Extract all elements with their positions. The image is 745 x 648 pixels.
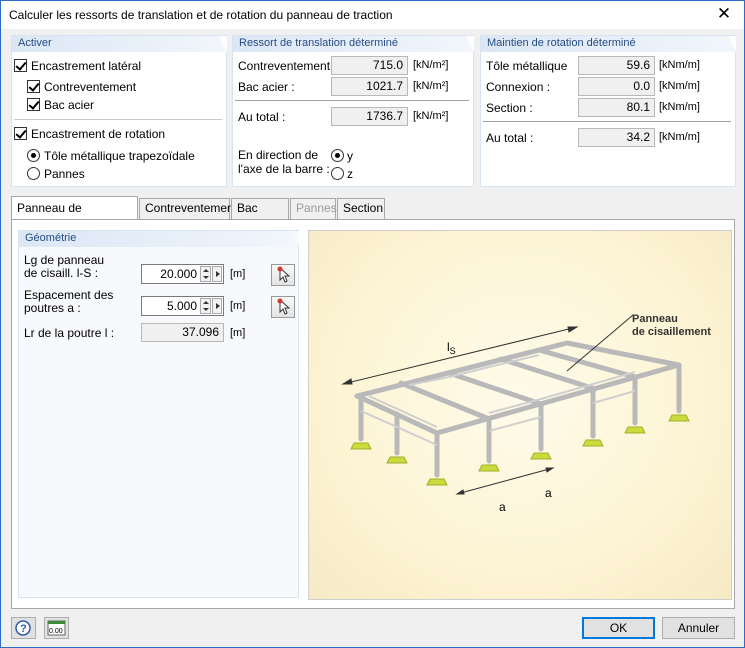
- pick-lg-button[interactable]: [271, 264, 295, 286]
- activer-group: Activer Encastrement latéral Contrevente…: [11, 35, 227, 187]
- tab-pannes: Pannes: [290, 198, 337, 219]
- rotation-unit: [kNm/m]: [659, 101, 700, 113]
- contreventement-checkbox[interactable]: [27, 80, 40, 93]
- units-button[interactable]: 0.00: [44, 617, 69, 639]
- geometrie-group: Géométrie Lg de panneau de cisaill. l-S …: [18, 230, 299, 598]
- dialog-window: Calculer les ressorts de translation et …: [0, 0, 745, 648]
- activer-header: Activer: [12, 36, 227, 52]
- shear-panel-illustration: lS Panneau de cisaillement a a: [308, 230, 732, 600]
- geometrie-header: Géométrie: [19, 231, 299, 247]
- tole-label: Tôle métallique trapezoïdale: [44, 149, 195, 163]
- rotation-divider: [483, 121, 731, 122]
- encastrement-lateral-checkbox[interactable]: [14, 59, 27, 72]
- rotation-group: Maintien de rotation déterminé Tôle méta…: [480, 35, 736, 187]
- direction-z-label: z: [347, 167, 353, 181]
- pick-icon: [277, 298, 291, 315]
- expand-arrow-icon[interactable]: [212, 298, 222, 314]
- lr-value: 37.096: [141, 323, 224, 342]
- translation-row-label: Contreventement :: [238, 59, 337, 73]
- espacement-label: poutres a :: [24, 301, 81, 315]
- tab-bac-acier[interactable]: Bac acier: [231, 198, 289, 234]
- ls-dimension-label: lS: [447, 340, 456, 356]
- help-button[interactable]: ?: [11, 617, 36, 639]
- rotation-total-value: 34.2: [578, 128, 655, 147]
- help-icon: ?: [15, 620, 31, 636]
- panneau-callout-label: de cisaillement: [632, 326, 711, 338]
- rotation-unit: [kNm/m]: [659, 80, 700, 92]
- direction-z-radio[interactable]: [331, 167, 344, 180]
- lg-label: Lg de panneau: [24, 253, 105, 267]
- translation-unit: [kN/m²]: [413, 80, 449, 92]
- ok-button[interactable]: OK: [582, 617, 655, 639]
- frame-structure-image: lS Panneau de cisaillement a a: [341, 313, 711, 514]
- translation-divider: [235, 100, 469, 101]
- translation-header: Ressort de translation déterminé: [233, 36, 474, 52]
- tab-contreventement[interactable]: Contreventement: [139, 198, 237, 219]
- a-dimension-label: a: [499, 500, 506, 514]
- tab-panel: Géométrie Lg de panneau de cisaill. l-S …: [11, 219, 735, 609]
- tole-radio[interactable]: [27, 149, 40, 162]
- title-bar: Calculer les ressorts de translation et …: [1, 1, 744, 29]
- svg-text:0.00: 0.00: [49, 628, 63, 635]
- direction-label: En direction de: [238, 148, 319, 162]
- tab-panneau-cisaillement[interactable]: Panneau de cisaillement: [11, 196, 138, 237]
- cancel-button[interactable]: Annuler: [662, 617, 735, 639]
- rotation-row-label: Section :: [486, 101, 533, 115]
- lg-value: 20.000: [160, 267, 197, 281]
- pick-icon: [277, 266, 291, 283]
- encastrement-rotation-label: Encastrement de rotation: [31, 127, 166, 141]
- activer-divider: [14, 119, 222, 120]
- lg-panneau-input[interactable]: 20.000: [141, 264, 224, 284]
- contreventement-value: 715.0: [331, 56, 408, 75]
- pannes-radio[interactable]: [27, 167, 40, 180]
- rotation-unit: [kNm/m]: [659, 131, 700, 143]
- encastrement-lateral-label: Encastrement latéral: [31, 59, 142, 73]
- encastrement-rotation-checkbox[interactable]: [14, 127, 27, 140]
- espacement-input[interactable]: 5.000: [141, 296, 224, 316]
- lr-label: Lr de la poutre l :: [24, 326, 115, 340]
- contreventement-label: Contreventement: [44, 80, 137, 94]
- translation-group: Ressort de translation déterminé Contrev…: [232, 35, 474, 187]
- a-dimension-label: a: [545, 486, 552, 500]
- espacement-label: Espacement des: [24, 288, 114, 302]
- tab-section[interactable]: Section: [337, 198, 385, 219]
- translation-unit: [kN/m²]: [413, 59, 449, 71]
- translation-row-label: Bac acier :: [238, 80, 295, 94]
- decimal-places-icon: 0.00: [47, 620, 66, 636]
- rotation-row-label: Tôle métallique: [486, 59, 568, 73]
- spin-arrows[interactable]: [200, 298, 211, 314]
- direction-y-radio[interactable]: [331, 149, 344, 162]
- spin-arrows[interactable]: [200, 266, 211, 282]
- lg-label: de cisaill. l-S :: [24, 266, 99, 280]
- direction-label: l'axe de la barre :: [238, 162, 330, 176]
- translation-total-label: Au total :: [238, 110, 286, 124]
- rotation-unit: [kNm/m]: [659, 59, 700, 71]
- bac-acier-checkbox[interactable]: [27, 98, 40, 111]
- window-title: Calculer les ressorts de translation et …: [9, 8, 393, 22]
- lr-unit: [m]: [230, 327, 246, 339]
- svg-text:?: ?: [20, 623, 27, 635]
- connexion-value: 0.0: [578, 77, 655, 96]
- translation-total-value: 1736.7: [331, 107, 408, 126]
- expand-arrow-icon[interactable]: [212, 266, 222, 282]
- panneau-callout-label: Panneau: [632, 313, 678, 325]
- tole-metallique-value: 59.6: [578, 56, 655, 75]
- section-value: 80.1: [578, 98, 655, 117]
- bac-acier-label: Bac acier: [44, 98, 95, 112]
- direction-y-label: y: [347, 149, 353, 163]
- translation-unit: [kN/m²]: [413, 110, 449, 122]
- rotation-row-label: Connexion :: [486, 80, 551, 94]
- lg-unit: [m]: [230, 268, 246, 280]
- bac-acier-value: 1021.7: [331, 77, 408, 96]
- pick-espacement-button[interactable]: [271, 296, 295, 318]
- rotation-total-label: Au total :: [486, 131, 534, 145]
- espacement-value: 5.000: [166, 299, 197, 313]
- espacement-unit: [m]: [230, 300, 246, 312]
- rotation-header: Maintien de rotation déterminé: [481, 36, 736, 52]
- close-icon[interactable]: ✕: [704, 1, 744, 29]
- pannes-label: Pannes: [44, 167, 85, 181]
